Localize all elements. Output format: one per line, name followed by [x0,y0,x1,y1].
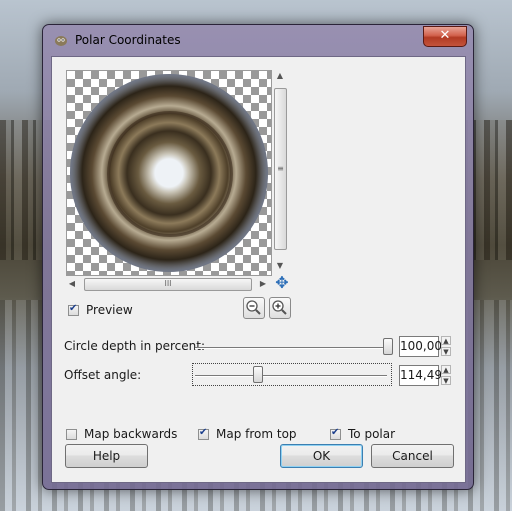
offset-angle-slider-thumb[interactable] [252,366,263,383]
to-polar-option[interactable]: To polar [330,427,395,441]
title-bar[interactable]: Polar Coordinates ✕ [43,25,473,55]
cancel-button-label: Cancel [392,449,433,463]
ok-button[interactable]: OK [280,444,363,468]
gimp-app-icon [55,36,67,46]
dialog-content: ▲ ≡ ▼ ◀ III ▶ ✥ Preview [51,56,466,483]
offset-angle-input[interactable]: 114,49 [399,365,442,386]
map-from-top-label: Map from top [216,427,297,441]
zoom-in-button[interactable] [269,297,291,319]
map-from-top-option[interactable]: Map from top [198,427,297,441]
offset-angle-label: Offset angle: [64,368,142,382]
cancel-button[interactable]: Cancel [371,444,454,468]
ok-button-label: OK [312,449,331,463]
map-backwards-option[interactable]: Map backwards [66,427,177,441]
scroll-up-icon[interactable]: ▲ [273,70,287,82]
horizontal-scroll-thumb[interactable]: III [84,278,252,291]
polar-coordinates-dialog: Polar Coordinates ✕ ▲ ≡ ▼ ◀ III ▶ ✥ Prev… [42,24,474,490]
offset-angle-slider[interactable] [195,375,387,377]
circle-depth-slider[interactable] [195,347,393,349]
window-title: Polar Coordinates [75,33,181,47]
help-button[interactable]: Help [65,444,148,468]
preview-vertical-scrollbar[interactable]: ▲ ≡ ▼ [273,70,287,274]
navigate-move-icon[interactable]: ✥ [274,275,290,291]
help-button-label: Help [92,449,121,463]
to-polar-checkbox[interactable] [330,427,341,440]
preview-checkbox[interactable] [68,303,79,316]
close-button[interactable]: ✕ [423,26,467,47]
map-backwards-checkbox[interactable] [66,428,77,440]
preview-canvas[interactable] [66,70,272,276]
scroll-down-icon[interactable]: ▼ [273,260,287,272]
close-icon: ✕ [439,28,451,43]
preview-horizontal-scrollbar[interactable]: ◀ III ▶ [66,277,270,291]
spin-up-icon[interactable]: ▲ [441,336,451,345]
map-from-top-checkbox[interactable] [198,427,209,440]
spin-up-icon[interactable]: ▲ [441,365,451,374]
preview-image-ring [107,111,233,237]
scroll-left-icon[interactable]: ◀ [66,277,78,291]
zoom-out-button[interactable] [243,297,265,319]
spin-down-icon[interactable]: ▼ [441,347,451,356]
circle-depth-slider-thumb[interactable] [383,338,393,355]
zoom-in-icon [272,300,287,315]
circle-depth-input[interactable]: 100,00 [399,336,442,357]
vertical-scroll-thumb[interactable]: ≡ [274,88,287,250]
zoom-out-icon [246,300,261,315]
map-backwards-label: Map backwards [84,427,178,441]
preview-toggle[interactable]: Preview [68,303,133,317]
circle-depth-spinbox[interactable]: 100,00 ▲ ▼ [399,336,453,357]
preview-label: Preview [86,303,133,317]
scroll-right-icon[interactable]: ▶ [257,277,269,291]
offset-angle-spinbox[interactable]: 114,49 ▲ ▼ [399,365,453,386]
to-polar-label: To polar [348,427,396,441]
spin-down-icon[interactable]: ▼ [441,376,451,385]
circle-depth-label: Circle depth in percent: [64,339,206,353]
